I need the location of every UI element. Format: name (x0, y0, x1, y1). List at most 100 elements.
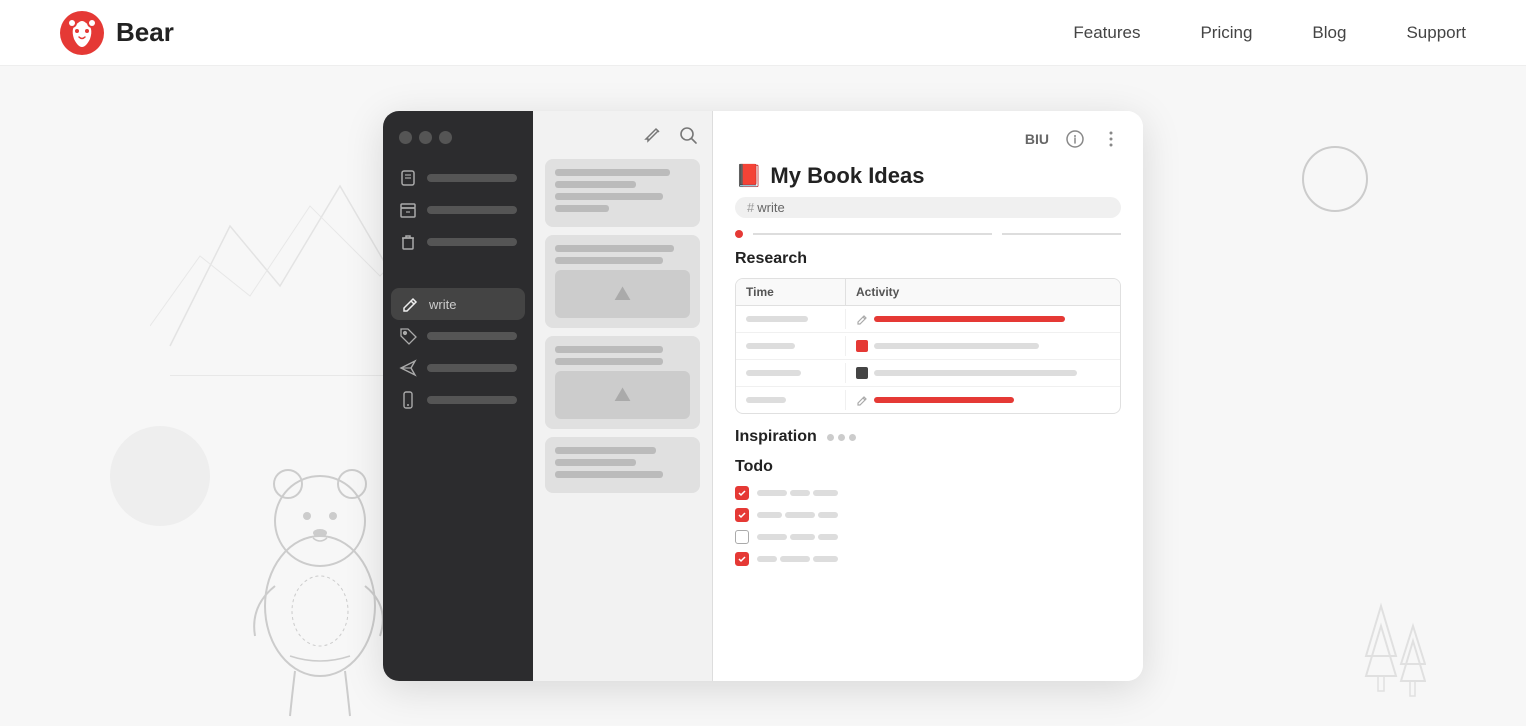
nav-links: Features Pricing Blog Support (1073, 23, 1466, 43)
activity-cell-2 (856, 340, 1110, 352)
trees-right (1346, 586, 1426, 706)
list-card-3[interactable]: ⛰ (545, 336, 700, 429)
sidebar-line-tag1 (427, 332, 517, 340)
sidebar-line-tag3 (427, 396, 517, 404)
todo-row-2 (735, 508, 1121, 522)
note-title: 📕 My Book Ideas (735, 163, 1121, 189)
sidebar-line-notes (427, 174, 517, 182)
search-icon[interactable] (678, 125, 698, 145)
divider-line-1 (753, 233, 992, 235)
todo-lines-2 (757, 512, 838, 518)
sidebar-item-tag1[interactable] (383, 320, 533, 352)
nav-link-features[interactable]: Features (1073, 23, 1140, 43)
list-card-2[interactable]: ⛰ (545, 235, 700, 328)
todo-lines-1 (757, 490, 838, 496)
todo-line (813, 490, 838, 496)
check-icon-4 (737, 554, 747, 564)
td-time-1 (736, 309, 846, 329)
todo-line (757, 490, 787, 496)
checkbox-1[interactable] (735, 486, 749, 500)
list-card-line (555, 205, 609, 212)
td-activity-4 (846, 387, 1120, 413)
info-icon[interactable] (1065, 129, 1085, 149)
list-card-line (555, 257, 663, 264)
td-time-2 (736, 336, 846, 356)
activity-cell-4 (856, 394, 1110, 406)
todo-line (818, 534, 838, 540)
list-card-line (555, 358, 663, 365)
biu-button[interactable]: BIU (1025, 131, 1049, 147)
sidebar-item-notes[interactable] (383, 162, 533, 194)
tag-icon (399, 327, 417, 345)
sidebar-item-archive[interactable] (383, 194, 533, 226)
logo-text: Bear (116, 17, 174, 48)
app-window: write (383, 111, 1143, 681)
check-icon-2 (737, 510, 747, 520)
todo-line (780, 556, 810, 562)
sidebar-line-trash (427, 238, 517, 246)
note-title-text: My Book Ideas (770, 163, 924, 189)
td-time-line-1 (746, 316, 808, 322)
note-divider (735, 230, 1121, 238)
divider-line-2 (1002, 233, 1121, 235)
td-activity-2 (846, 333, 1120, 359)
td-time-line-4 (746, 397, 786, 403)
todo-line (757, 534, 787, 540)
checkbox-3[interactable] (735, 530, 749, 544)
tag-pill[interactable]: # write (735, 197, 1121, 218)
inspiration-dots[interactable] (827, 434, 856, 441)
table-row-3 (736, 360, 1120, 387)
sidebar-item-trash[interactable] (383, 226, 533, 258)
activity-cell-3 (856, 367, 1110, 379)
dark-sq-icon (856, 367, 868, 379)
window-dot-1 (399, 131, 412, 144)
navbar: Bear Features Pricing Blog Support (0, 0, 1526, 66)
td-activity-line-2 (874, 343, 1039, 349)
pencil-small-icon (856, 313, 868, 325)
td-time-line-3 (746, 370, 801, 376)
inspiration-row: Inspiration (735, 428, 1121, 446)
td-activity-line-4 (874, 397, 1014, 403)
list-card-1[interactable] (545, 159, 700, 227)
table-row-4 (736, 387, 1120, 413)
red-dot (735, 230, 743, 238)
todo-row-3 (735, 530, 1121, 544)
more-icon[interactable] (1101, 129, 1121, 149)
nav-link-blog[interactable]: Blog (1312, 23, 1346, 43)
sidebar-item-write[interactable]: write (391, 288, 525, 320)
todo-line (790, 490, 810, 496)
list-panel: ⛰ ⛰ (533, 111, 713, 681)
todo-row-4 (735, 552, 1121, 566)
sidebar-line-archive (427, 206, 517, 214)
nav-link-pricing[interactable]: Pricing (1200, 23, 1252, 43)
bear-logo-icon (60, 11, 104, 55)
td-activity-1 (846, 306, 1120, 332)
todo-line (785, 512, 815, 518)
list-card-4[interactable] (545, 437, 700, 493)
research-table: Time Activity (735, 278, 1121, 414)
list-card-line (555, 181, 636, 188)
todo-lines-3 (757, 534, 838, 540)
list-card-line (555, 471, 663, 478)
todo-lines-4 (757, 556, 838, 562)
checkbox-4[interactable] (735, 552, 749, 566)
compose-icon[interactable] (644, 125, 664, 145)
table-row-2 (736, 333, 1120, 360)
todo-line (757, 556, 777, 562)
nav-link-support[interactable]: Support (1406, 23, 1466, 43)
checkbox-2[interactable] (735, 508, 749, 522)
sidebar-item-tag3[interactable] (383, 384, 533, 416)
inspiration-heading: Inspiration (735, 428, 817, 446)
window-controls (383, 131, 533, 162)
image-placeholder-icon: ⛰ (614, 283, 631, 306)
sidebar-item-tag2[interactable] (383, 352, 533, 384)
sidebar-item-write-label: write (429, 297, 456, 312)
th-time: Time (736, 279, 846, 305)
list-card-image: ⛰ (555, 270, 690, 318)
note-icon (399, 169, 417, 187)
trash-icon (399, 233, 417, 251)
todo-line (818, 512, 838, 518)
tag-label: write (757, 200, 784, 215)
logo-area: Bear (60, 11, 174, 55)
list-toolbar (545, 125, 700, 155)
